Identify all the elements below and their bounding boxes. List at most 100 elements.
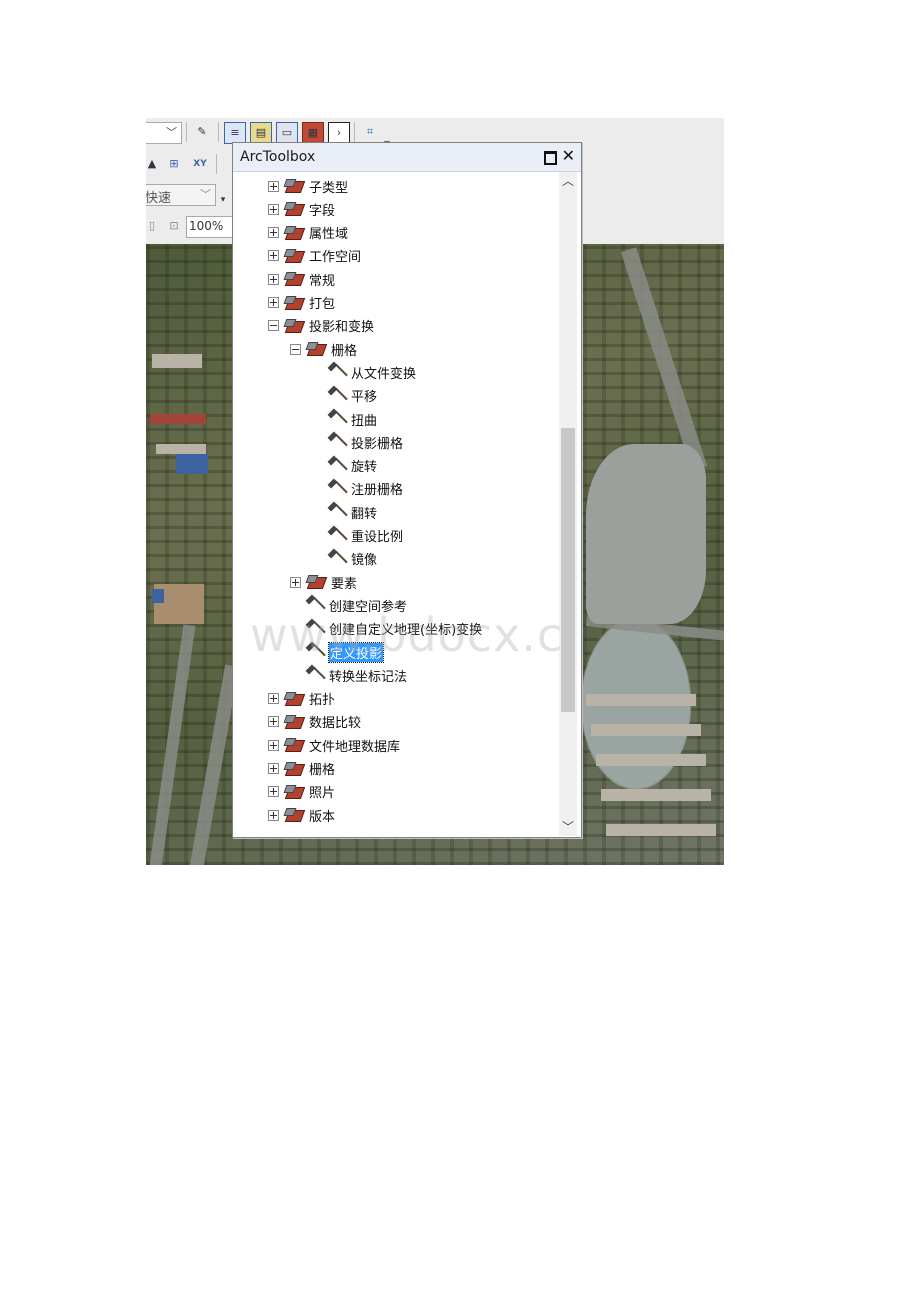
tree-toolbox-item[interactable]: 栅格 [290, 339, 357, 359]
tree-item-label: 扭曲 [351, 413, 378, 429]
expand-icon[interactable] [268, 273, 279, 285]
toolbar-separator [186, 122, 187, 142]
tree-toolbox-item[interactable]: 拓扑 [268, 689, 335, 709]
tree-item-label: 转换坐标记法 [329, 669, 408, 685]
tree-toolbox-item[interactable]: 栅格 [268, 759, 335, 779]
search-window-icon[interactable]: ▭ [276, 122, 298, 144]
tree-item-label: 投影和变换 [309, 320, 375, 336]
expand-icon[interactable] [268, 227, 279, 239]
tree-tool-item[interactable]: 扭曲 [312, 409, 377, 429]
menu-strip [146, 108, 724, 118]
hammer-icon [327, 410, 345, 428]
collapse-icon[interactable] [268, 320, 279, 332]
arctoolbox-window[interactable]: ArcToolbox ✕ 子类型 字段 属性域 工作空间 常规 打包 投影和变换 栅格 从文件变… [232, 142, 582, 838]
expand-icon[interactable] [290, 576, 301, 588]
tree-tool-item[interactable]: 旋转 [312, 456, 377, 476]
hammer-icon [327, 433, 345, 451]
chevron-down-icon[interactable]: ﹀ [559, 818, 577, 836]
tree-tool-item[interactable]: 重设比例 [312, 526, 403, 546]
expand-icon[interactable] [268, 786, 279, 798]
identify-icon[interactable]: ▲ [146, 154, 162, 174]
tree-item-label: 属性域 [309, 227, 349, 243]
maximize-icon[interactable] [544, 151, 557, 165]
toolbox-tree[interactable]: 子类型 字段 属性域 工作空间 常规 打包 投影和变换 栅格 从文件变换 平移 扭曲 投影栅格 旋转 注册… [234, 172, 554, 836]
zoom-whole-page-icon[interactable]: ⊡ [164, 216, 184, 236]
editor-icon[interactable]: ✎ [192, 122, 212, 142]
tree-tool-item[interactable]: 翻转 [312, 502, 377, 522]
speed-combo[interactable]: 快速 ﹀ [146, 184, 216, 206]
toolbox-icon [285, 808, 303, 822]
map-building [606, 824, 716, 836]
tree-item-label: 重设比例 [351, 530, 404, 545]
expand-icon[interactable] [268, 716, 279, 728]
scale-combo[interactable]: ﹀ [146, 122, 182, 144]
expand-icon[interactable] [268, 203, 279, 215]
map-building [152, 589, 164, 603]
tree-item-label: 镜像 [351, 553, 378, 569]
tree-toolbox-item[interactable]: 照片 [268, 782, 335, 802]
tree-tool-item[interactable]: 平移 [312, 386, 377, 406]
expand-icon[interactable] [268, 763, 279, 774]
tree-toolbox-item[interactable]: 常规 [268, 269, 335, 289]
tree-item-label: 照片 [309, 786, 336, 802]
arctoolbox-icon[interactable]: ▦ [302, 122, 324, 144]
expand-icon[interactable] [268, 739, 279, 751]
python-window-icon[interactable]: › [328, 122, 350, 144]
page-icon[interactable]: ▯ [146, 216, 162, 236]
modelbuilder-icon[interactable]: ⌗ [360, 122, 380, 142]
tree-item-label: 数据比较 [309, 716, 362, 732]
toolbox-icon [285, 785, 303, 799]
tree-item-label: 文件地理数据库 [309, 739, 401, 755]
expand-icon[interactable] [268, 250, 279, 262]
tree-tool-item[interactable]: 注册栅格 [312, 479, 403, 499]
tree-item-label: 投影栅格 [351, 436, 404, 452]
tree-item-label: 子类型 [309, 180, 349, 196]
tree-toolbox-item[interactable]: 数据比较 [268, 712, 361, 732]
collapse-icon[interactable] [290, 343, 301, 355]
scrollbar-thumb[interactable] [561, 428, 575, 712]
hammer-icon [327, 503, 345, 521]
expand-icon[interactable] [268, 693, 279, 705]
catalog-icon[interactable]: ▤ [250, 122, 272, 144]
hammer-icon [305, 666, 323, 684]
expand-icon[interactable] [268, 809, 279, 821]
tree-tool-item[interactable]: 镜像 [312, 549, 377, 569]
layout-toolbar: ▯ ⊡ 100% [146, 214, 236, 240]
close-icon[interactable]: ✕ [562, 146, 575, 165]
hammer-icon [327, 480, 345, 498]
find-route-icon[interactable]: ⊞ [164, 154, 184, 174]
tools-toolbar: ▲ ⊞ XY [146, 152, 236, 178]
tree-item-label: 字段 [309, 203, 336, 219]
tree-toolbox-item[interactable]: 属性域 [268, 223, 348, 243]
toolbox-icon [285, 272, 303, 286]
expand-icon[interactable] [268, 180, 279, 192]
hammer-icon [327, 550, 345, 568]
vertical-scrollbar[interactable]: ︿ ﹀ [559, 172, 577, 836]
tree-toolbox-item[interactable]: 工作空间 [268, 246, 361, 266]
tree-toolbox-item[interactable]: 字段 [268, 199, 335, 219]
tree-tool-item[interactable]: 投影栅格 [312, 432, 403, 452]
expand-icon[interactable] [268, 297, 279, 308]
tree-toolbox-item[interactable]: 子类型 [268, 176, 348, 196]
tree-toolbox-item[interactable]: 要素 [290, 572, 357, 592]
tree-item-label: 翻转 [351, 506, 378, 522]
map-building [596, 754, 706, 766]
tree-toolbox-item[interactable]: 打包 [268, 293, 335, 313]
tree-tool-item[interactable]: 从文件变换 [312, 362, 416, 382]
toolbar-overflow-icon[interactable]: ▾ [218, 190, 228, 210]
tree-item-label: 打包 [309, 297, 336, 312]
hammer-icon [327, 363, 345, 381]
tree-tool-item[interactable]: 转换坐标记法 [290, 665, 407, 685]
table-of-contents-icon[interactable]: ≡ [224, 122, 246, 144]
map-road [620, 247, 708, 471]
tree-toolbox-item[interactable]: 文件地理数据库 [268, 735, 400, 755]
tree-toolbox-item[interactable]: 投影和变换 [268, 316, 374, 336]
toolbox-icon [285, 692, 303, 706]
tree-toolbox-item[interactable]: 版本 [268, 805, 335, 825]
zoom-combo[interactable]: 100% [186, 216, 234, 238]
arctoolbox-titlebar[interactable]: ArcToolbox ✕ [233, 143, 581, 172]
arctoolbox-title: ArcToolbox [240, 149, 316, 165]
chevron-up-icon[interactable]: ︿ [559, 172, 577, 190]
tree-item-label: 栅格 [309, 763, 336, 778]
go-to-xy-icon[interactable]: XY [190, 154, 210, 174]
